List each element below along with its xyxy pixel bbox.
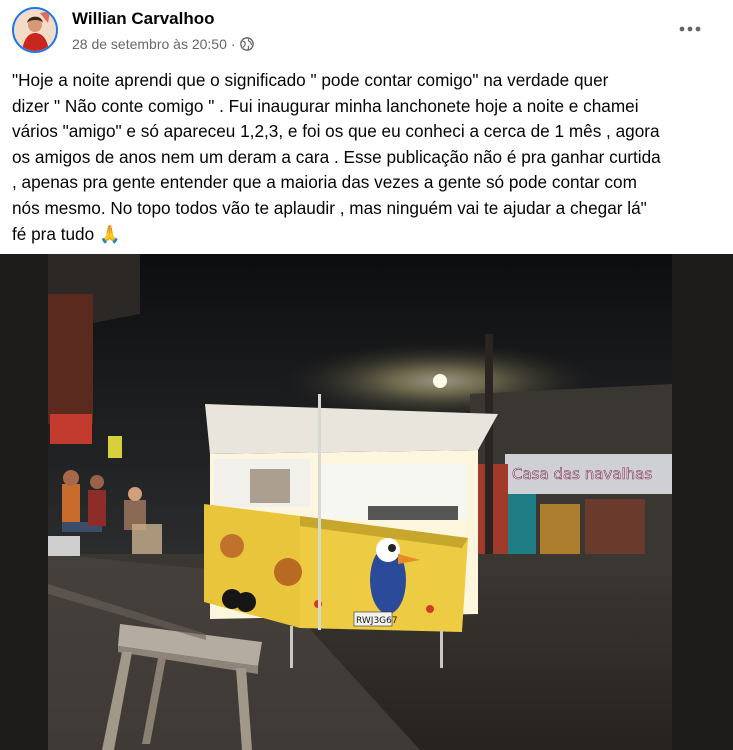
- globe-icon[interactable]: [239, 37, 254, 51]
- post-meta: 28 de setembro às 20:50 ·: [72, 36, 254, 52]
- post-text-line: fé pra tudo 🙏: [12, 223, 121, 244]
- more-options-icon[interactable]: [677, 16, 703, 42]
- post-text-line: , apenas pra gente entender que a maiori…: [12, 172, 637, 193]
- photo-night-food-trailer: Casa das navalhas RWJ3G67: [0, 254, 733, 750]
- author-avatar[interactable]: [12, 7, 58, 53]
- post-text-line: os amigos de anos nem um deram a cara . …: [12, 146, 661, 167]
- post-header: Willian Carvalhoo 28 de setembro às 20:5…: [0, 0, 733, 62]
- avatar-image: [14, 9, 56, 51]
- post-text: "Hoje a noite aprendi que o significado …: [12, 68, 717, 247]
- facebook-post: Willian Carvalhoo 28 de setembro às 20:5…: [0, 0, 733, 750]
- author-name[interactable]: Willian Carvalhoo: [72, 9, 214, 29]
- post-text-line: nós mesmo. No topo todos vão te aplaudir…: [12, 197, 647, 218]
- post-photo[interactable]: Casa das navalhas RWJ3G67: [0, 254, 733, 750]
- store-sign-text: Casa das navalhas: [512, 465, 652, 483]
- license-plate-text: RWJ3G67: [356, 616, 398, 626]
- meta-separator: ·: [230, 36, 236, 52]
- post-text-line: vários "amigo" e só apareceu 1,2,3, e fo…: [12, 121, 660, 142]
- post-timestamp[interactable]: 28 de setembro às 20:50: [72, 36, 227, 52]
- post-text-line: dizer " Não conte comigo " . Fui inaugur…: [12, 95, 639, 116]
- post-text-line: "Hoje a noite aprendi que o significado …: [12, 70, 609, 90]
